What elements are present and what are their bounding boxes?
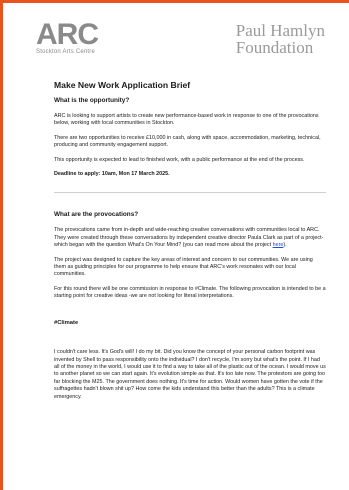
climate-tag-heading: #Climate bbox=[54, 319, 79, 326]
opportunity-paragraph-3: This opportunity is expected to lead to … bbox=[54, 156, 305, 163]
arc-logo-mark: ARC bbox=[36, 18, 99, 51]
arc-logo-subtitle: Stockton Arts Centre bbox=[36, 49, 96, 55]
left-accent-border bbox=[0, 0, 3, 490]
climate-provocation-text: I couldn't care less. It's God's will! I… bbox=[54, 349, 326, 400]
section-heading-provocations: What are the provocations? bbox=[54, 211, 139, 219]
section-divider bbox=[54, 192, 326, 194]
document-title: Make New Work Application Brief bbox=[54, 80, 191, 90]
section-heading-opportunity: What is the opportunity? bbox=[54, 97, 130, 104]
partner-logo-line2: Foundation bbox=[235, 38, 314, 57]
paul-hamlyn-foundation-logo: Paul Hamlyn Foundation bbox=[236, 22, 325, 56]
provocations-paragraph-2: The project was designed to capture the … bbox=[54, 256, 313, 278]
arc-logo: ARC Stockton Arts Centre bbox=[36, 18, 99, 56]
partner-logo-line1: Paul Hamlyn bbox=[235, 21, 325, 40]
deadline-text: Deadline to apply: 10am, Mon 17 March 20… bbox=[54, 171, 170, 178]
opportunity-paragraph-1: ARC is looking to support artists to cre… bbox=[54, 113, 319, 127]
provocations-paragraph-1: The provocations came from in-depth and … bbox=[54, 227, 326, 249]
opportunity-paragraph-2: There are two opportunities to receive £… bbox=[54, 134, 321, 149]
top-accent-border bbox=[0, 0, 349, 3]
project-read-more-link[interactable]: here bbox=[273, 242, 284, 248]
provocations-paragraph-1-end: ). bbox=[283, 242, 287, 249]
provocations-paragraph-3: For this round there will be one commiss… bbox=[54, 285, 326, 300]
document-body: Make New Work Application Brief What is … bbox=[54, 80, 326, 408]
